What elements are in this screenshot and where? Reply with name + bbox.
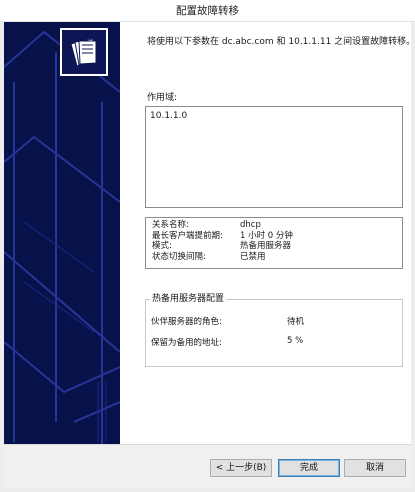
reserve-row: 保留为备用的地址: 5 % [151, 336, 303, 348]
hot-standby-title: 热备用服务器配置 [150, 294, 227, 305]
scope-list-item[interactable]: 10.1.1.0 [150, 111, 398, 121]
wizard-content: 将使用以下参数在 dc.abc.com 和 10.1.1.11 之间设置故障转移… [120, 22, 415, 444]
summary-row-lead-time: 最长客户端提前期: 1 小时 0 分钟 [150, 231, 398, 242]
scope-list[interactable]: 10.1.1.0 [145, 106, 403, 208]
summary-row-mode: 模式: 热备用服务器 [150, 241, 398, 252]
banner-graphic [4, 30, 120, 444]
summary-key: 状态切换间隔: [152, 251, 206, 262]
summary-key: 关系名称: [152, 220, 189, 230]
summary-value: 已禁用 [240, 251, 266, 262]
relationship-summary[interactable]: 关系名称: dhcp 最长客户端提前期: 1 小时 0 分钟 模式: 热备用服务… [145, 217, 403, 269]
wizard-banner [4, 22, 120, 444]
scope-label: 作用域: [147, 93, 178, 103]
summary-value: 1 小时 0 分钟 [240, 230, 293, 241]
folders-icon [60, 28, 108, 76]
partner-role-label: 伙伴服务器的角色: [151, 317, 222, 327]
reserve-label: 保留为备用的地址: [151, 338, 222, 348]
window-title: 配置故障转移 [0, 0, 415, 22]
summary-key: 最长客户端提前期: [152, 230, 223, 241]
summary-row-switchover: 状态切换间隔: 已禁用 [150, 252, 398, 263]
summary-value: 热备用服务器 [240, 241, 292, 251]
intro-text: 将使用以下参数在 dc.abc.com 和 10.1.1.11 之间设置故障转移… [147, 37, 415, 47]
hot-standby-group: 热备用服务器配置 伙伴服务器的角色: 待机 保留为备用的地址: 5 % [145, 294, 403, 367]
back-button[interactable]: < 上一步(B) [210, 459, 272, 477]
summary-value: dhcp [240, 220, 261, 230]
finish-button[interactable]: 完成 [278, 459, 340, 477]
summary-key: 模式: [152, 241, 172, 251]
partner-role-value: 待机 [287, 317, 305, 327]
summary-row-name: 关系名称: dhcp [150, 220, 398, 231]
partner-role-row: 伙伴服务器的角色: 待机 [151, 315, 304, 327]
cancel-button[interactable]: 取消 [344, 459, 406, 477]
reserve-value: 5 % [287, 336, 304, 346]
button-bar: < 上一步(B) 完成 取消 [4, 444, 411, 488]
